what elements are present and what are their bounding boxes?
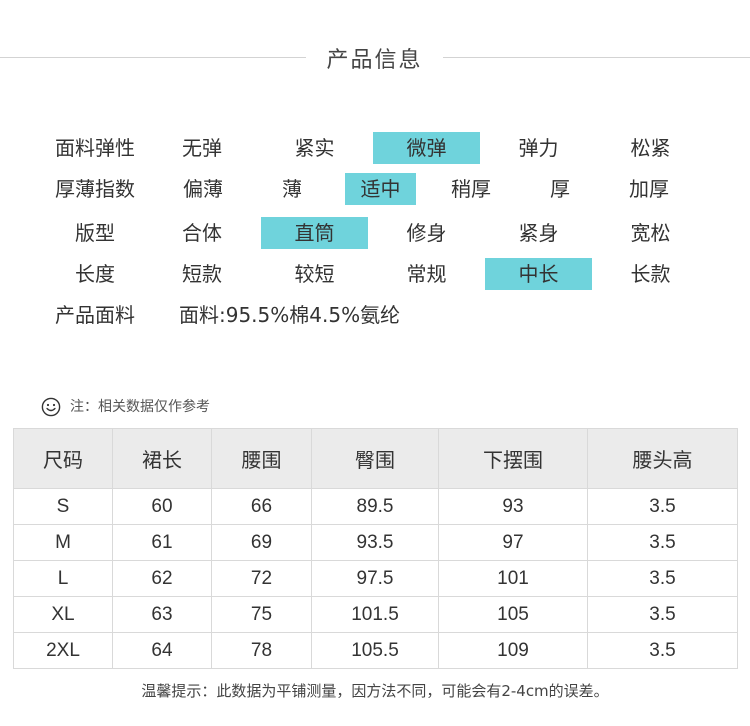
option-length-4: 长款 (630, 262, 671, 286)
table-cell: 60 (112, 488, 212, 525)
table-cell: 61 (112, 524, 212, 561)
fabric-value: 面料:95.5%棉4.5%氨纶 (179, 303, 401, 327)
note-text: 注：相关数据仅作参考 (70, 399, 210, 415)
attribute-row-length: 长度 短款 较短 常规 中长 长款 (0, 258, 750, 290)
table-cell: 101 (438, 560, 588, 597)
option-fit-1-selected: 直筒 (261, 217, 368, 249)
table-cell: 105 (438, 596, 588, 633)
measurement-tip: 温馨提示：此数据为平铺测量，因方法不同，可能会有2-4cm的误差。 (141, 682, 609, 700)
option-thickness-5: 加厚 (629, 177, 669, 201)
table-cell: 69 (211, 524, 312, 561)
fabric-label: 产品面料 (55, 303, 135, 327)
attribute-row-elasticity: 面料弹性 无弹 紧实 微弹 弹力 松紧 (0, 132, 750, 164)
option-length-0: 短款 (182, 262, 222, 286)
attribute-row-fit: 版型 合体 直筒 修身 紧身 宽松 (0, 217, 750, 249)
table-cell: 64 (112, 632, 212, 669)
table-row: L 62 72 97.5 101 3.5 (13, 560, 738, 597)
option-thickness-2-selected: 适中 (345, 173, 416, 205)
table-cell: 66 (211, 488, 312, 525)
attribute-row-thickness: 厚薄指数 偏薄 薄 适中 稍厚 厚 加厚 (0, 173, 750, 205)
option-length-3-selected: 中长 (485, 258, 592, 290)
title-divider-right (443, 57, 750, 58)
table-cell: 3.5 (587, 560, 738, 597)
table-cell: 105.5 (311, 632, 439, 669)
table-cell: 2XL (13, 632, 113, 669)
table-cell: 97 (438, 524, 588, 561)
table-cell: 97.5 (311, 560, 439, 597)
option-elasticity-4: 松紧 (630, 136, 671, 160)
attribute-label: 面料弹性 (55, 136, 135, 160)
table-cell: M (13, 524, 113, 561)
table-cell: S (13, 488, 113, 525)
option-thickness-1: 薄 (282, 177, 302, 201)
header-waist: 腰围 (211, 428, 312, 489)
table-cell: 3.5 (587, 524, 738, 561)
header-hem: 下摆围 (438, 428, 588, 489)
option-length-1: 较短 (294, 262, 335, 286)
table-cell: 93.5 (311, 524, 439, 561)
option-length-2: 常规 (406, 262, 447, 286)
option-elasticity-0: 无弹 (182, 136, 222, 160)
option-thickness-0: 偏薄 (183, 177, 223, 201)
section-title: 产品信息 (0, 36, 750, 80)
table-row: M 61 69 93.5 97 3.5 (13, 524, 738, 561)
attribute-label: 版型 (75, 221, 115, 245)
header-hip: 臀围 (311, 428, 439, 489)
table-header-row: 尺码 裙长 腰围 臀围 下摆围 腰头高 (13, 428, 738, 489)
option-fit-4: 宽松 (630, 221, 671, 245)
table-cell: 3.5 (587, 632, 738, 669)
option-fit-3: 紧身 (518, 221, 559, 245)
table-row: 2XL 64 78 105.5 109 3.5 (13, 632, 738, 669)
table-row: S 60 66 89.5 93 3.5 (13, 488, 738, 525)
size-table: 尺码 裙长 腰围 臀围 下摆围 腰头高 S 60 66 89.5 93 3.5 … (13, 428, 738, 669)
page-title: 产品信息 (326, 48, 423, 73)
option-fit-0: 合体 (182, 221, 222, 245)
option-thickness-3: 稍厚 (451, 177, 491, 201)
table-cell: 62 (112, 560, 212, 597)
table-cell: 3.5 (587, 596, 738, 633)
header-waistband-height: 腰头高 (587, 428, 738, 489)
table-cell: 72 (211, 560, 312, 597)
table-cell: L (13, 560, 113, 597)
table-cell: XL (13, 596, 113, 633)
table-cell: 101.5 (311, 596, 439, 633)
smiley-icon (41, 397, 61, 417)
header-size: 尺码 (13, 428, 113, 489)
table-cell: 3.5 (587, 488, 738, 525)
option-elasticity-2-selected: 微弹 (373, 132, 480, 164)
attribute-label: 长度 (75, 262, 115, 286)
option-elasticity-1: 紧实 (294, 136, 335, 160)
title-divider-left (0, 57, 306, 58)
option-elasticity-3: 弹力 (518, 136, 559, 160)
header-skirt-length: 裙长 (112, 428, 212, 489)
table-row: XL 63 75 101.5 105 3.5 (13, 596, 738, 633)
attribute-row-fabric: 产品面料 面料:95.5%棉4.5%氨纶 (0, 299, 750, 331)
table-cell: 63 (112, 596, 212, 633)
table-cell: 75 (211, 596, 312, 633)
attribute-label: 厚薄指数 (55, 177, 135, 201)
table-cell: 109 (438, 632, 588, 669)
option-fit-2: 修身 (406, 221, 447, 245)
table-cell: 93 (438, 488, 588, 525)
option-thickness-4: 厚 (550, 177, 570, 201)
table-cell: 78 (211, 632, 312, 669)
table-cell: 89.5 (311, 488, 439, 525)
